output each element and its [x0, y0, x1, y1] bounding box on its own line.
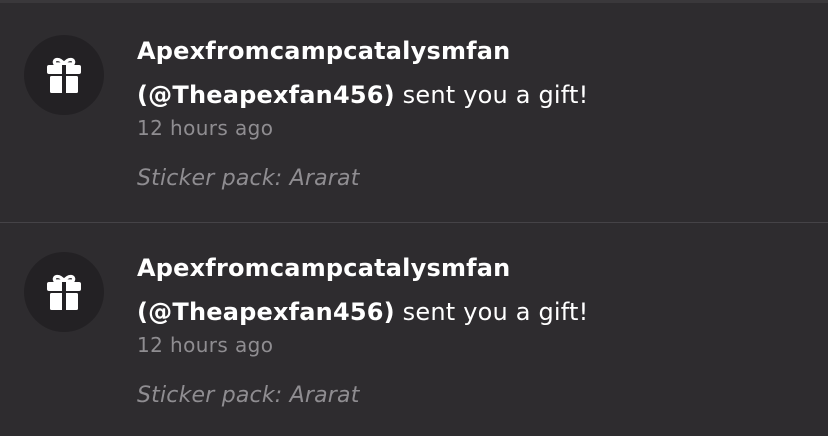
gift-detail: Sticker pack: Ararat	[137, 166, 360, 191]
sender-handle[interactable]: (@Theapexfan456)	[137, 81, 395, 109]
sender-handle[interactable]: (@Theapexfan456)	[137, 298, 395, 326]
notification-item[interactable]: Apexfromcampcatalysmfan (@Theapexfan456)…	[0, 220, 828, 436]
notification-headline: Apexfromcampcatalysmfan (@Theapexfan456)…	[137, 29, 797, 117]
notification-headline: Apexfromcampcatalysmfan (@Theapexfan456)…	[137, 246, 797, 334]
timestamp: 12 hours ago	[137, 116, 274, 140]
gift-icon	[47, 274, 81, 310]
notification-item[interactable]: Apexfromcampcatalysmfan (@Theapexfan456)…	[0, 3, 828, 223]
action-text: sent you a gift!	[402, 298, 589, 326]
action-text: sent you a gift!	[402, 81, 589, 109]
gift-detail: Sticker pack: Ararat	[137, 383, 360, 408]
sender-name[interactable]: Apexfromcampcatalysmfan	[137, 37, 510, 65]
gift-avatar	[24, 252, 104, 332]
sender-name[interactable]: Apexfromcampcatalysmfan	[137, 254, 510, 282]
gift-avatar	[24, 35, 104, 115]
timestamp: 12 hours ago	[137, 333, 274, 357]
gift-icon	[47, 57, 81, 93]
notification-list: Apexfromcampcatalysmfan (@Theapexfan456)…	[0, 0, 828, 436]
